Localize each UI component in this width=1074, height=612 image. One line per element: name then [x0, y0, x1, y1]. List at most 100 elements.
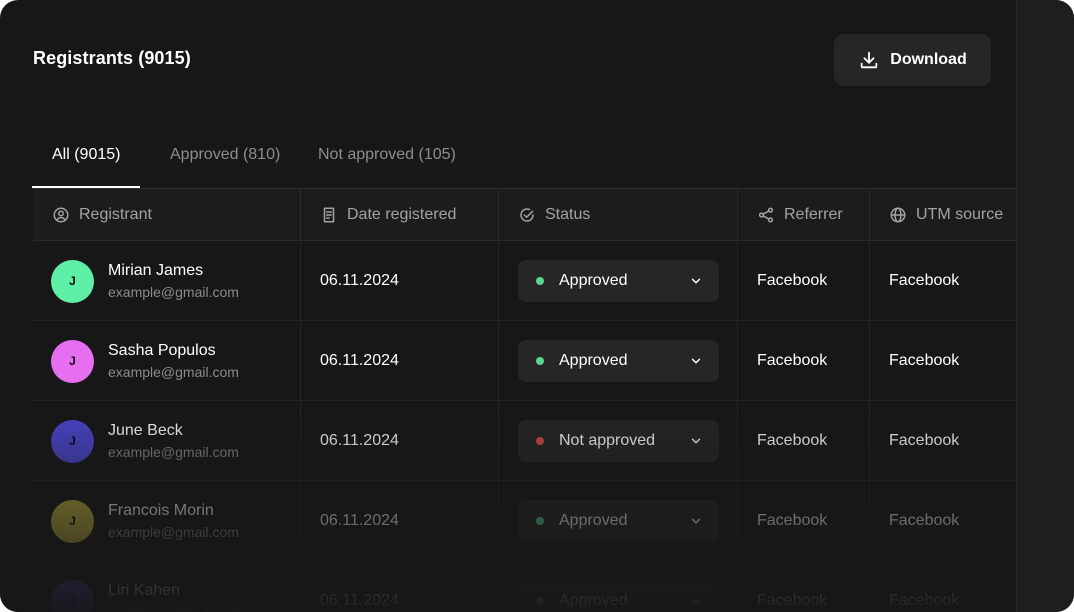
column-header-referrer[interactable]: Referrer [738, 189, 870, 241]
document-icon [323, 207, 335, 223]
column-label: Registrant [79, 206, 152, 223]
registrant-name: Mirian James [108, 262, 204, 279]
registrant-email: example@gmail.com [108, 364, 239, 380]
status-dropdown[interactable]: Approved [518, 580, 719, 612]
status-dot [536, 597, 544, 605]
registrant-cell: J Sasha Populos example@gmail.com [33, 321, 301, 401]
column-header-utm[interactable]: UTM source [870, 189, 1016, 241]
referrer-cell: Facebook [738, 561, 870, 612]
table-row[interactable]: J Sasha Populos example@gmail.com 06.11.… [33, 321, 1016, 401]
page-title: Registrants (9015) [33, 48, 191, 68]
status-dot [536, 357, 544, 365]
status-cell: Approved [499, 321, 738, 401]
registrant-name: June Beck [108, 422, 183, 439]
avatar: J [51, 499, 94, 543]
date-cell: 06.11.2024 [301, 321, 499, 401]
avatar: J [51, 259, 94, 303]
status-dropdown[interactable]: Approved [518, 340, 719, 382]
referrer-value: Facebook [757, 592, 828, 609]
registration-date: 06.11.2024 [320, 352, 399, 369]
table-row[interactable]: J June Beck example@gmail.com 06.11.2024… [33, 401, 1016, 481]
date-cell: 06.11.2024 [301, 401, 499, 481]
status-cell: Approved [499, 241, 738, 321]
registrant-email: example@gmail.com [108, 444, 239, 460]
avatar-initial: J [69, 354, 76, 368]
share-icon [758, 207, 774, 223]
utm-value: Facebook [889, 592, 960, 609]
registration-date: 06.11.2024 [320, 432, 399, 449]
chevron-down-icon [691, 438, 701, 444]
referrer-cell: Facebook [738, 321, 870, 401]
registrants-panel: Registrants (9015) Download All (9015) A… [0, 0, 1074, 612]
status-dropdown[interactable]: Approved [518, 260, 719, 302]
avatar-initial: J [69, 434, 76, 448]
avatar: J [51, 579, 94, 612]
referrer-cell: Facebook [738, 481, 870, 561]
referrer-value: Facebook [757, 352, 828, 369]
avatar: J [51, 339, 94, 383]
check-circle-icon [520, 208, 534, 222]
column-header-status[interactable]: Status [499, 189, 738, 241]
tab-all[interactable]: All (9015) [52, 132, 120, 189]
status-label: Approved [559, 592, 628, 609]
registrants-table: Registrant Date registered Status Referr… [33, 189, 1016, 612]
registration-date: 06.11.2024 [320, 512, 399, 529]
table-row[interactable]: J Mirian James example@gmail.com 06.11.2… [33, 241, 1016, 321]
status-label: Approved [559, 272, 628, 289]
status-cell: Approved [499, 561, 738, 612]
avatar-initial: J [69, 274, 76, 288]
user-circle-icon [53, 207, 69, 223]
chevron-down-icon [691, 358, 701, 364]
referrer-value: Facebook [757, 512, 828, 529]
utm-value: Facebook [889, 512, 960, 529]
registrant-email: example@gmail.com [108, 604, 239, 612]
utm-cell: Facebook [870, 321, 1016, 401]
column-label: Referrer [784, 206, 843, 223]
column-label: Status [545, 206, 591, 223]
utm-value: Facebook [889, 432, 960, 449]
column-label: Date registered [347, 206, 457, 223]
side-panel-edge [1016, 0, 1074, 612]
status-dropdown[interactable]: Not approved [518, 420, 719, 462]
chevron-down-icon [691, 518, 701, 524]
status-dot [536, 437, 544, 445]
date-cell: 06.11.2024 [301, 241, 499, 321]
download-label: Download [890, 51, 967, 68]
status-label: Approved [559, 512, 628, 529]
registration-date: 06.11.2024 [320, 592, 399, 609]
referrer-value: Facebook [757, 432, 828, 449]
tab-approved[interactable]: Approved (810) [170, 132, 280, 189]
referrer-cell: Facebook [738, 241, 870, 321]
registration-date: 06.11.2024 [320, 272, 399, 289]
status-cell: Not approved [499, 401, 738, 481]
registrant-cell: J June Beck example@gmail.com [33, 401, 301, 481]
column-header-date[interactable]: Date registered [301, 189, 499, 241]
registrant-name: Liri Kahen [108, 582, 181, 599]
registrant-cell: J Liri Kahen example@gmail.com [33, 561, 301, 612]
registrant-name: Francois Morin [108, 502, 214, 519]
status-dropdown[interactable]: Approved [518, 500, 719, 542]
avatar-initial: J [69, 594, 76, 608]
tab-not-approved[interactable]: Not approved (105) [318, 132, 456, 189]
registrant-cell: J Mirian James example@gmail.com [33, 241, 301, 321]
status-dot [536, 277, 544, 285]
download-icon [861, 51, 878, 69]
column-label: UTM source [916, 206, 1004, 223]
utm-cell: Facebook [870, 401, 1016, 481]
column-header-registrant[interactable]: Registrant [33, 189, 301, 241]
utm-cell: Facebook [870, 481, 1016, 561]
status-cell: Approved [499, 481, 738, 561]
date-cell: 06.11.2024 [301, 481, 499, 561]
table-row[interactable]: J Francois Morin example@gmail.com 06.11… [33, 481, 1016, 561]
chevron-down-icon [691, 598, 701, 604]
registrant-email: example@gmail.com [108, 284, 239, 300]
download-button[interactable]: Download [834, 34, 991, 86]
table-row[interactable]: J Liri Kahen example@gmail.com 06.11.202… [33, 561, 1016, 612]
avatar: J [51, 419, 94, 463]
registrant-email: example@gmail.com [108, 524, 239, 540]
referrer-cell: Facebook [738, 401, 870, 481]
utm-value: Facebook [889, 272, 960, 289]
status-label: Not approved [559, 432, 656, 449]
chevron-down-icon [691, 278, 701, 284]
registrant-cell: J Francois Morin example@gmail.com [33, 481, 301, 561]
